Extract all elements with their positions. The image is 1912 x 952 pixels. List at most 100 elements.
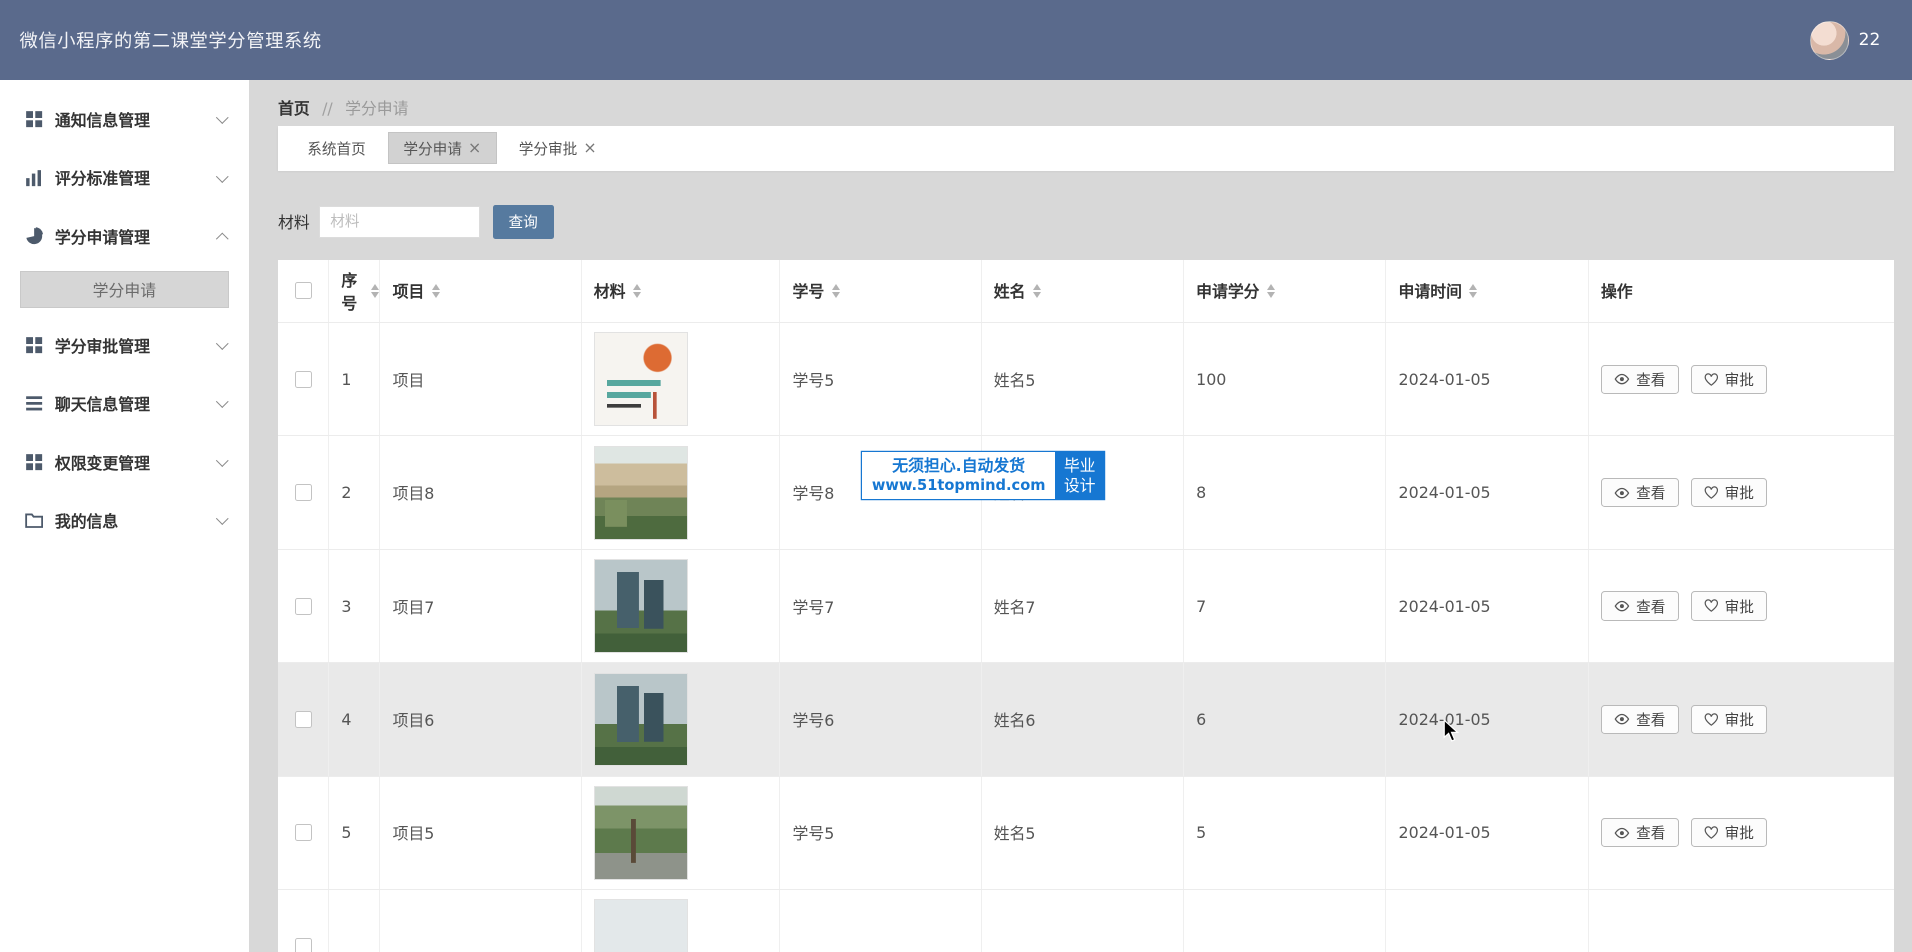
sidebar-item-permission-change[interactable]: 权限变更管理 bbox=[0, 433, 249, 492]
bar-chart-icon bbox=[24, 168, 44, 188]
material-image[interactable] bbox=[594, 559, 688, 653]
header-user-area: 22 bbox=[1810, 21, 1880, 60]
tab-system-home[interactable]: 系统首页 bbox=[293, 132, 381, 164]
close-icon[interactable]: × bbox=[583, 140, 596, 156]
cell-no: 3 bbox=[329, 550, 380, 662]
view-button[interactable]: 查看 bbox=[1601, 478, 1679, 507]
table-panel: 序号 项目 材料 学号 bbox=[278, 260, 1894, 952]
table-header-row: 序号 项目 材料 学号 bbox=[278, 260, 1894, 323]
pie-chart-icon bbox=[24, 227, 44, 247]
chevron-down-icon bbox=[217, 396, 229, 408]
sidebar-item-label: 权限变更管理 bbox=[55, 451, 218, 474]
row-checkbox[interactable] bbox=[295, 484, 312, 501]
main-content: 首页 // 学分申请 系统首页 学分申请 × 学分审批 × 材料 bbox=[249, 80, 1912, 952]
heart-icon bbox=[1704, 599, 1719, 612]
sort-icon[interactable] bbox=[432, 284, 440, 298]
chevron-up-icon bbox=[217, 233, 229, 245]
heart-icon bbox=[1704, 713, 1719, 726]
sidebar-item-scoring-standard[interactable]: 评分标准管理 bbox=[0, 149, 249, 208]
close-icon[interactable]: × bbox=[468, 140, 481, 156]
eye-icon bbox=[1614, 487, 1630, 499]
watermark-badge-label: 毕业 设计 bbox=[1055, 452, 1104, 498]
table-row: 1 项目 学号5 姓名5 100 2024-01-05 查看 bbox=[278, 323, 1894, 436]
sort-icon[interactable] bbox=[633, 284, 641, 298]
breadcrumb-separator: // bbox=[322, 99, 333, 118]
sort-icon[interactable] bbox=[1469, 284, 1477, 298]
row-checkbox[interactable] bbox=[295, 711, 312, 728]
row-checkbox[interactable] bbox=[295, 938, 312, 952]
material-image[interactable] bbox=[594, 446, 688, 540]
sidebar-subitem-credit-application[interactable]: 学分申请 bbox=[20, 271, 230, 309]
approve-button[interactable]: 审批 bbox=[1691, 818, 1767, 847]
cell-name: 姓名5 bbox=[982, 323, 1184, 435]
sidebar-item-label: 通知信息管理 bbox=[55, 108, 218, 131]
watermark-line1: 无须担心.自动发货 bbox=[872, 456, 1046, 477]
approve-button[interactable]: 审批 bbox=[1691, 478, 1767, 507]
search-button[interactable]: 查询 bbox=[493, 205, 554, 239]
cell-actions: 查看 审批 bbox=[1589, 550, 1894, 662]
heart-icon bbox=[1704, 373, 1719, 386]
chevron-down-icon bbox=[217, 112, 229, 124]
cell-student-id: 学号5 bbox=[780, 323, 981, 435]
view-button[interactable]: 查看 bbox=[1601, 365, 1679, 394]
search-input[interactable] bbox=[319, 206, 480, 238]
col-header-student-id: 学号 bbox=[780, 260, 981, 322]
tab-credit-application[interactable]: 学分申请 × bbox=[388, 132, 497, 164]
cell-no: 5 bbox=[329, 777, 380, 889]
sidebar-item-label: 学分申请管理 bbox=[55, 225, 218, 248]
cell-project: 项目8 bbox=[380, 436, 581, 548]
breadcrumb: 首页 // 学分申请 bbox=[249, 80, 1912, 125]
cell-student-id: 学号6 bbox=[780, 663, 981, 775]
cell-credits: 5 bbox=[1184, 777, 1386, 889]
row-checkbox[interactable] bbox=[295, 371, 312, 388]
cell-no: 1 bbox=[329, 323, 380, 435]
material-image[interactable] bbox=[594, 786, 688, 880]
material-image[interactable] bbox=[594, 899, 688, 952]
sort-icon[interactable] bbox=[1033, 284, 1041, 298]
table-row: 3 项目7 学号7 姓名7 7 2024-01-05 查看 审 bbox=[278, 550, 1894, 663]
material-image[interactable] bbox=[594, 673, 688, 767]
view-button[interactable]: 查看 bbox=[1601, 705, 1679, 734]
approve-button[interactable]: 审批 bbox=[1691, 705, 1767, 734]
cell-actions: 查看 审批 bbox=[1589, 436, 1894, 548]
sort-icon[interactable] bbox=[371, 284, 379, 298]
sidebar-item-credit-approval[interactable]: 学分审批管理 bbox=[0, 316, 249, 375]
sidebar-item-notice-info[interactable]: 通知信息管理 bbox=[0, 90, 249, 149]
eye-icon bbox=[1614, 827, 1630, 839]
sidebar: 通知信息管理 评分标准管理 学分申请管理 学分申请 bbox=[0, 80, 249, 952]
user-avatar[interactable] bbox=[1810, 21, 1849, 60]
sort-icon[interactable] bbox=[832, 284, 840, 298]
col-header-actions: 操作 bbox=[1589, 260, 1894, 322]
sort-icon[interactable] bbox=[1267, 284, 1275, 298]
cell-project: 项目7 bbox=[380, 550, 581, 662]
sidebar-item-my-info[interactable]: 我的信息 bbox=[0, 491, 249, 550]
cell-name: 姓名7 bbox=[982, 550, 1184, 662]
view-button[interactable]: 查看 bbox=[1601, 591, 1679, 620]
select-all-checkbox[interactable] bbox=[295, 282, 312, 299]
tab-credit-approval[interactable]: 学分审批 × bbox=[504, 132, 611, 164]
cell-project: 项目 bbox=[380, 323, 581, 435]
app-title: 微信小程序的第二课堂学分管理系统 bbox=[20, 27, 322, 53]
chevron-down-icon bbox=[217, 513, 229, 525]
row-checkbox[interactable] bbox=[295, 824, 312, 841]
approve-button[interactable]: 审批 bbox=[1691, 365, 1767, 394]
approve-button[interactable]: 审批 bbox=[1691, 591, 1767, 620]
grid-icon bbox=[24, 452, 44, 472]
view-button[interactable]: 查看 bbox=[1601, 818, 1679, 847]
chevron-down-icon bbox=[217, 170, 229, 182]
breadcrumb-home[interactable]: 首页 bbox=[278, 99, 310, 118]
top-header: 微信小程序的第二课堂学分管理系统 22 bbox=[0, 0, 1912, 80]
cell-student-id: 学号5 bbox=[780, 777, 981, 889]
material-image[interactable] bbox=[594, 332, 688, 426]
cell-time: 2024-01-05 bbox=[1386, 663, 1588, 775]
table-row: 5 项目5 学号5 姓名5 5 2024-01-05 查看 审 bbox=[278, 777, 1894, 890]
heart-icon bbox=[1704, 486, 1719, 499]
cell-credits: 6 bbox=[1184, 663, 1386, 775]
col-header-project: 项目 bbox=[380, 260, 581, 322]
row-checkbox[interactable] bbox=[295, 598, 312, 615]
sidebar-item-credit-application[interactable]: 学分申请管理 bbox=[0, 207, 249, 266]
user-badge: 22 bbox=[1859, 30, 1881, 50]
sidebar-item-chat-info[interactable]: 聊天信息管理 bbox=[0, 374, 249, 433]
cell-actions bbox=[1589, 890, 1894, 952]
chevron-down-icon bbox=[217, 337, 229, 349]
